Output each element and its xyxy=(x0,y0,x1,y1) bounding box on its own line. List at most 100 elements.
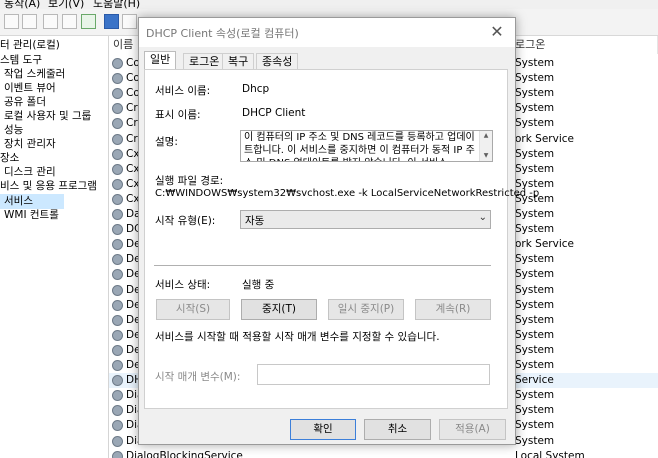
status-label: 서비스 상태: xyxy=(155,279,211,291)
service-name-cell: DialogBlockingService xyxy=(126,449,243,458)
column-header-logon[interactable]: 로그온 xyxy=(511,36,658,54)
cancel-button[interactable]: 취소 xyxy=(364,419,431,440)
logon-cell: System xyxy=(515,57,555,69)
logon-cell: System xyxy=(515,359,555,371)
tree-item[interactable]: 장소 xyxy=(0,151,19,166)
logon-cell: System xyxy=(515,102,555,115)
tree-item[interactable]: 로컬 사용자 및 그룹 xyxy=(4,109,91,124)
tree-item[interactable]: 스템 도구 xyxy=(0,53,42,68)
gear-icon xyxy=(112,435,123,447)
tab-strip: 일반 로그온 복구 종속성 xyxy=(139,51,515,70)
logon-cell: System xyxy=(515,419,555,432)
tree-item-services[interactable]: 서비스 xyxy=(0,194,64,209)
tree-item[interactable]: 터 관리(로컬) xyxy=(0,38,60,53)
gear-icon xyxy=(112,420,123,432)
start-button[interactable]: 시작(S) xyxy=(156,299,230,320)
refresh-icon[interactable] xyxy=(81,14,96,29)
close-icon[interactable]: ✕ xyxy=(485,21,509,43)
table-row[interactable]: DialogBlockingService Local System xyxy=(109,449,658,458)
start-params-label: 시작 매개 변수(M): xyxy=(155,371,241,383)
gear-icon xyxy=(112,224,123,236)
startup-type-select[interactable]: 자동 ⌄ xyxy=(240,210,491,229)
logon-cell: System xyxy=(515,268,555,281)
display-name-label: 표시 이름: xyxy=(155,109,201,121)
gear-icon xyxy=(112,254,123,266)
service-name-value: Dhcp xyxy=(242,83,270,95)
tab-logon[interactable]: 로그온 xyxy=(183,53,226,69)
tree-item[interactable]: 공유 폴더 xyxy=(4,95,46,110)
start-params-input[interactable] xyxy=(257,364,490,385)
tab-recovery[interactable]: 복구 xyxy=(222,53,255,69)
gear-icon xyxy=(112,73,123,85)
gear-icon xyxy=(112,133,123,145)
logon-cell: System xyxy=(515,208,555,220)
tree-item[interactable]: 성능 xyxy=(4,123,23,138)
logon-cell: System xyxy=(515,298,555,311)
scroll-down-icon[interactable]: ▼ xyxy=(480,151,492,161)
show-tree-icon[interactable] xyxy=(62,14,77,29)
tree-item[interactable]: 디스크 관리 xyxy=(4,165,56,180)
stop-button[interactable]: 중지(T) xyxy=(241,299,317,320)
menu-action[interactable]: 동작(A) xyxy=(4,0,40,9)
gear-icon xyxy=(112,148,123,160)
apply-button[interactable]: 적용(A) xyxy=(439,419,506,440)
logon-cell: System xyxy=(515,389,555,402)
section-divider xyxy=(154,265,491,266)
tab-dependencies[interactable]: 종속성 xyxy=(256,53,299,69)
logon-cell: System xyxy=(515,283,555,296)
dialog-title: DHCP Client 속성(로컬 컴퓨터) xyxy=(146,27,299,40)
description-text: 이 컴퓨터의 IP 주소 및 DNS 레코드를 등록하고 업데이트합니다. 이 … xyxy=(244,132,475,161)
menu-view[interactable]: 보기(V) xyxy=(48,0,84,9)
forward-icon[interactable] xyxy=(22,14,37,29)
ok-button[interactable]: 확인 xyxy=(290,419,356,440)
logon-cell: System xyxy=(515,87,555,100)
startup-type-label: 시작 유형(E): xyxy=(155,215,216,227)
exe-path-label: 실행 파일 경로: xyxy=(155,175,224,187)
startup-type-value: 자동 xyxy=(245,215,265,227)
menu-help[interactable]: 도움말(H) xyxy=(93,0,140,9)
logon-cell: System xyxy=(515,343,555,356)
tree-item[interactable]: 작업 스케줄러 xyxy=(4,67,65,82)
chevron-down-icon: ⌄ xyxy=(478,212,487,223)
logon-cell: System xyxy=(515,313,555,326)
logon-cell: System xyxy=(515,72,555,85)
help-icon[interactable] xyxy=(104,14,119,29)
gear-icon xyxy=(112,390,123,402)
description-box[interactable]: 이 컴퓨터의 IP 주소 및 DNS 레코드를 등록하고 업데이트합니다. 이 … xyxy=(240,130,493,162)
logon-cell: System xyxy=(515,404,555,417)
scroll-up-icon[interactable]: ▲ xyxy=(480,131,492,141)
gear-icon xyxy=(112,239,123,251)
gear-icon xyxy=(112,450,123,458)
up-folder-icon[interactable] xyxy=(43,14,58,29)
pause-button[interactable]: 일시 중지(P) xyxy=(328,299,404,320)
gear-icon xyxy=(112,58,123,69)
gear-icon xyxy=(112,344,123,356)
resume-button[interactable]: 계속(R) xyxy=(415,299,491,320)
gear-icon xyxy=(112,269,123,281)
gear-icon xyxy=(112,88,123,100)
service-name-label: 서비스 이름: xyxy=(155,85,211,97)
tree-item[interactable]: 장치 관리자 xyxy=(4,137,56,152)
logon-cell: System xyxy=(515,434,555,447)
tree-item[interactable]: WMI 컨트롤 xyxy=(4,208,59,223)
menu-bar: 동작(A) 보기(V) 도움말(H) xyxy=(0,0,658,9)
gear-icon xyxy=(112,118,123,130)
gear-icon xyxy=(112,299,123,311)
column-header-logon-label: 로그온 xyxy=(515,38,546,51)
properties-icon[interactable] xyxy=(122,14,137,29)
tab-general[interactable]: 일반 xyxy=(144,51,177,70)
gear-icon xyxy=(112,375,123,387)
gear-icon xyxy=(112,314,123,326)
display-name-value: DHCP Client xyxy=(242,107,306,119)
logon-cell: Local System xyxy=(515,449,585,458)
logon-cell: ork Service xyxy=(515,132,574,145)
description-scrollbar[interactable]: ▲ ▼ xyxy=(479,131,492,161)
gear-icon xyxy=(112,209,123,220)
dialog-titlebar: DHCP Client 속성(로컬 컴퓨터) ✕ xyxy=(139,18,515,47)
tree-item[interactable]: 비스 및 응용 프로그램 xyxy=(0,179,97,194)
navigation-tree: 터 관리(로컬) 스템 도구 작업 스케줄러 이벤트 뷰어 공유 폴더 로컬 사… xyxy=(0,36,109,458)
back-icon[interactable] xyxy=(4,14,19,29)
start-params-hint: 서비스를 시작할 때 적용할 시작 매개 변수를 지정할 수 있습니다. xyxy=(155,331,440,343)
tree-item[interactable]: 이벤트 뷰어 xyxy=(4,81,56,96)
gear-icon xyxy=(112,163,123,175)
